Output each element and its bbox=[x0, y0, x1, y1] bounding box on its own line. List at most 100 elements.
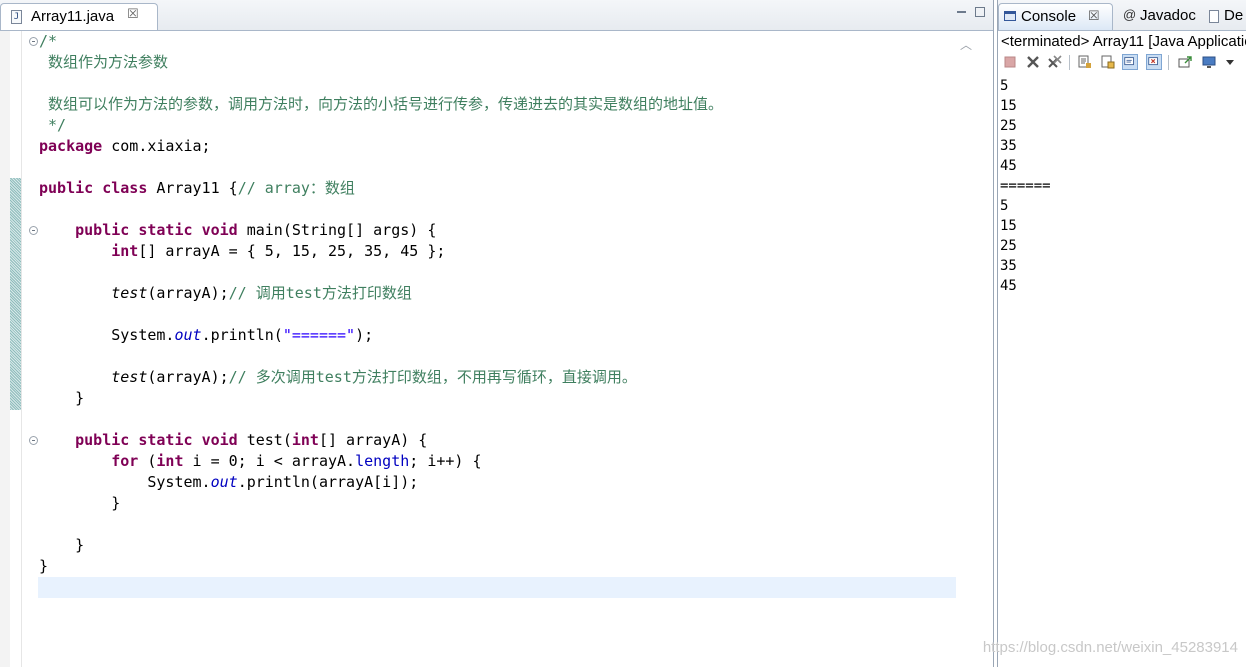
scroll-lock-icon[interactable] bbox=[1100, 54, 1116, 70]
code-line[interactable]: int[] arrayA = { 5, 15, 25, 35, 45 }; bbox=[39, 241, 723, 262]
maximize-button[interactable] bbox=[975, 7, 985, 17]
console-output-line: 25 bbox=[1000, 238, 1017, 254]
console-output[interactable]: 5 15 25 35 45 ====== 5 15 25 35 45 bbox=[1000, 76, 1051, 296]
console-output-line: 5 bbox=[1000, 78, 1009, 94]
watermark: https://blog.csdn.net/weixin_45283914 bbox=[982, 639, 1238, 656]
code-line[interactable]: public class Array11 {// array：数组 bbox=[39, 178, 723, 199]
code-line[interactable]: /* bbox=[39, 31, 723, 52]
code-token: /* bbox=[39, 32, 58, 50]
console-tab-bar: Console ☒ @ Javadoc De bbox=[998, 0, 1246, 31]
close-icon[interactable]: ☒ bbox=[127, 7, 139, 22]
code-token: package bbox=[39, 137, 103, 155]
pin-console-icon[interactable] bbox=[1177, 54, 1193, 70]
code-line[interactable]: System.out.println(arrayA[i]); bbox=[39, 472, 723, 493]
code-line[interactable]: } bbox=[39, 388, 723, 409]
code-area[interactable]: /* 数组作为方法参数 数组可以作为方法的参数，调用方法时，向方法的小括号进行传… bbox=[39, 31, 723, 577]
code-line[interactable]: } bbox=[39, 556, 723, 577]
fold-toggle-icon[interactable] bbox=[29, 436, 38, 445]
editor-tab-array11[interactable]: J Array11.java ☒ bbox=[0, 3, 158, 30]
code-token: System. bbox=[39, 326, 175, 344]
code-token: // 调用test方法打印数组 bbox=[228, 284, 412, 302]
code-line[interactable]: 数组可以作为方法的参数，调用方法时，向方法的小括号进行传参，传递进去的其实是数组… bbox=[39, 94, 723, 115]
code-token: [] arrayA) { bbox=[318, 431, 428, 449]
java-file-icon: J bbox=[11, 10, 22, 24]
console-status: <terminated> Array11 [Java Application] bbox=[1001, 33, 1246, 50]
code-token: main(String[] args) { bbox=[237, 221, 437, 239]
code-line[interactable]: public static void test(int[] arrayA) { bbox=[39, 430, 723, 451]
tab-console-label: Console bbox=[1021, 8, 1077, 25]
view-menu-icon[interactable] bbox=[1222, 54, 1238, 70]
code-token: static bbox=[138, 221, 193, 239]
code-line[interactable] bbox=[39, 514, 723, 535]
code-editor[interactable]: J Array11.java ☒ /* 数组作为方法参数 数组可以作为方法的参数… bbox=[0, 0, 994, 667]
code-line[interactable] bbox=[39, 199, 723, 220]
console-icon bbox=[1004, 11, 1016, 21]
remove-all-icon[interactable] bbox=[1047, 54, 1063, 70]
clear-console-icon[interactable] bbox=[1077, 54, 1093, 70]
code-token: (arrayA); bbox=[147, 284, 229, 302]
code-token: i = 0; i < arrayA. bbox=[183, 452, 356, 470]
code-token: int bbox=[291, 431, 319, 449]
code-token: Array11 { bbox=[147, 179, 238, 197]
code-line[interactable]: public static void main(String[] args) { bbox=[39, 220, 723, 241]
code-line[interactable] bbox=[39, 157, 723, 178]
code-token: class bbox=[102, 179, 148, 197]
gutter-divider bbox=[21, 31, 22, 667]
code-line[interactable]: test(arrayA);// 调用test方法打印数组 bbox=[39, 283, 723, 304]
chevron-up-icon[interactable]: ︿ bbox=[960, 36, 972, 53]
tab-declaration-label: De bbox=[1224, 7, 1244, 24]
code-line[interactable]: } bbox=[39, 493, 723, 514]
editor-tab-label: Array11.java bbox=[31, 8, 115, 25]
code-line[interactable]: System.out.println("======"); bbox=[39, 325, 723, 346]
code-token: int bbox=[111, 242, 139, 260]
show-on-stdout-icon[interactable] bbox=[1122, 54, 1138, 70]
fold-toggle-icon[interactable] bbox=[29, 37, 38, 46]
code-token: } bbox=[39, 494, 121, 512]
code-line[interactable] bbox=[39, 304, 723, 325]
code-token: out bbox=[210, 473, 238, 491]
code-token: void bbox=[201, 431, 238, 449]
code-token: } bbox=[39, 557, 49, 575]
code-token: void bbox=[201, 221, 238, 239]
console-output-line: 45 bbox=[1000, 278, 1017, 294]
code-token: ); bbox=[355, 326, 374, 344]
code-token: // 多次调用test方法打印数组，不用再写循环，直接调用。 bbox=[228, 368, 637, 386]
javadoc-icon: @ bbox=[1123, 7, 1137, 22]
code-token: for bbox=[111, 452, 139, 470]
code-line[interactable]: test(arrayA);// 多次调用test方法打印数组，不用再写循环，直接… bbox=[39, 367, 723, 388]
console-output-line: ====== bbox=[1000, 178, 1051, 194]
terminate-icon[interactable] bbox=[1002, 54, 1018, 70]
code-token: public bbox=[75, 221, 130, 239]
code-token: .println(arrayA[i]); bbox=[237, 473, 419, 491]
remove-launch-icon[interactable] bbox=[1025, 54, 1041, 70]
code-token: (arrayA); bbox=[147, 368, 229, 386]
code-line[interactable] bbox=[39, 73, 723, 94]
code-line[interactable]: */ bbox=[39, 115, 723, 136]
close-icon[interactable]: ☒ bbox=[1088, 8, 1100, 24]
code-line[interactable]: for (int i = 0; i < arrayA.length; i++) … bbox=[39, 451, 723, 472]
declaration-icon bbox=[1209, 10, 1219, 23]
tab-console[interactable]: Console ☒ bbox=[998, 3, 1113, 30]
show-on-stderr-icon[interactable] bbox=[1146, 54, 1162, 70]
code-line[interactable] bbox=[39, 409, 723, 430]
code-token: 数组可以作为方法的参数，调用方法时，向方法的小括号进行传参，传递进去的其实是数组… bbox=[39, 95, 724, 113]
code-line[interactable] bbox=[39, 262, 723, 283]
display-console-icon[interactable] bbox=[1201, 54, 1217, 70]
code-line[interactable]: 数组作为方法参数 bbox=[39, 52, 723, 73]
code-token: static bbox=[138, 431, 193, 449]
toolbar-separator bbox=[1069, 55, 1070, 70]
code-token: "======" bbox=[282, 326, 356, 344]
minimize-button[interactable] bbox=[956, 7, 968, 17]
code-line[interactable] bbox=[39, 346, 723, 367]
code-token: public bbox=[75, 431, 130, 449]
code-token: test bbox=[111, 284, 148, 302]
console-output-line: 25 bbox=[1000, 118, 1017, 134]
fold-toggle-icon[interactable] bbox=[29, 226, 38, 235]
console-output-line: 5 bbox=[1000, 198, 1009, 214]
code-line[interactable]: package com.xiaxia; bbox=[39, 136, 723, 157]
console-toolbar bbox=[998, 53, 1246, 74]
code-line[interactable]: } bbox=[39, 535, 723, 556]
